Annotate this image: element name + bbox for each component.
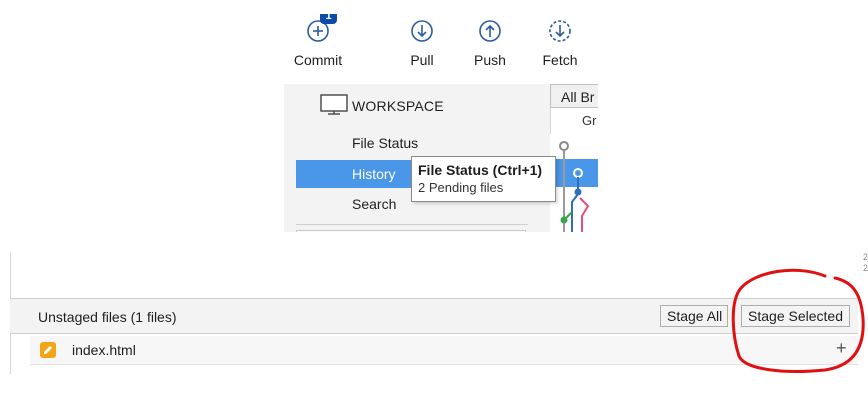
tooltip-title: File Status (Ctrl+1) bbox=[418, 162, 543, 178]
pull-button[interactable]: Pull bbox=[394, 14, 450, 70]
sidebar-item-label: File Status bbox=[352, 135, 419, 151]
pending-count-badge: 1 bbox=[320, 14, 337, 24]
sidebar-filter-input[interactable] bbox=[296, 230, 526, 232]
red-circle-annotation bbox=[731, 268, 865, 373]
arrow-down-circle-icon bbox=[411, 20, 433, 42]
pencil-modified-icon bbox=[40, 342, 56, 358]
tooltip-subtitle: 2 Pending files bbox=[418, 180, 504, 195]
stage-all-button[interactable]: Stage All bbox=[660, 305, 728, 327]
graph-node-green bbox=[560, 216, 568, 224]
sidebar-item-label: History bbox=[352, 166, 396, 182]
unstaged-files-title: Unstaged files (1 files) bbox=[38, 309, 177, 325]
fetch-button[interactable]: Fetch bbox=[532, 14, 588, 70]
sidebar-item-file-status[interactable]: File Status bbox=[296, 129, 550, 157]
file-name: index.html bbox=[72, 342, 136, 358]
commit-button[interactable]: 1 Commit bbox=[290, 14, 346, 70]
pull-label: Pull bbox=[410, 52, 434, 68]
dashed-arrow-down-circle-icon bbox=[549, 20, 571, 42]
graph-line-pink bbox=[579, 197, 590, 232]
arrow-up-circle-icon bbox=[479, 20, 501, 42]
graph-node-blue bbox=[574, 188, 582, 196]
file-status-tooltip: File Status (Ctrl+1) 2 Pending files bbox=[411, 156, 556, 202]
sidebar-divider bbox=[296, 224, 528, 225]
monitor-icon bbox=[320, 94, 348, 115]
graph-column-header[interactable]: Gr bbox=[550, 110, 598, 132]
push-label: Push bbox=[474, 52, 506, 68]
sidebar-item-label: Search bbox=[352, 196, 397, 212]
commit-label: Commit bbox=[293, 52, 343, 68]
push-button[interactable]: Push bbox=[462, 14, 518, 70]
commit-graph-lines bbox=[559, 141, 590, 232]
graph-line-blue bbox=[571, 177, 579, 232]
graph-node-current bbox=[573, 168, 583, 178]
graph-node-gray bbox=[559, 141, 569, 151]
branch-filter-dropdown[interactable]: All Br bbox=[550, 84, 598, 108]
workspace-heading: WORKSPACE bbox=[352, 98, 444, 114]
fetch-label: Fetch bbox=[542, 52, 578, 68]
